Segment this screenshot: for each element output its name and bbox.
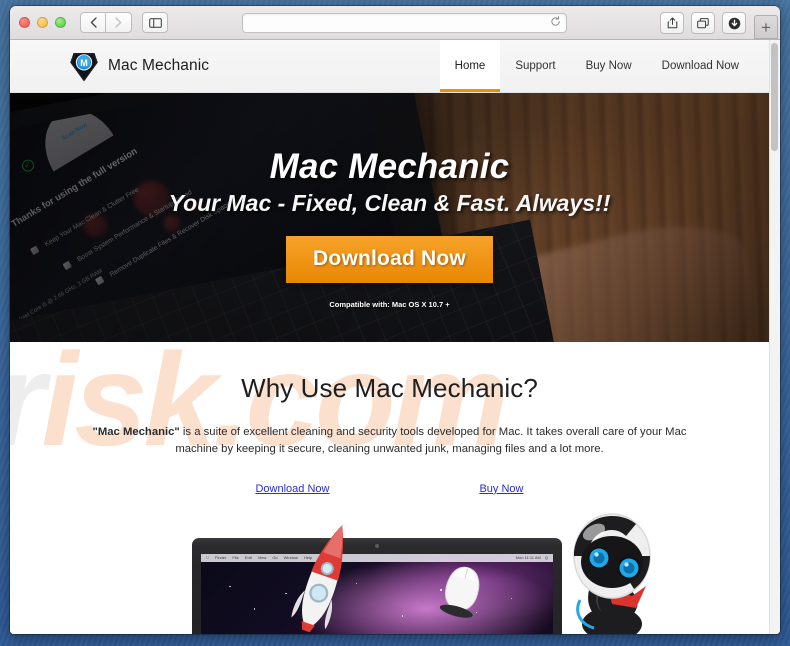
close-window-button[interactable] bbox=[19, 17, 30, 28]
chevron-left-icon bbox=[90, 17, 97, 28]
menubar-status-clock: Mon 11:11 AM bbox=[515, 555, 541, 561]
hero-compatibility-note: Compatible with: Mac OS X 10.7 + bbox=[329, 300, 450, 309]
zoom-window-button[interactable] bbox=[55, 17, 66, 28]
site-navigation: Home Support Buy Now Download Now bbox=[439, 40, 769, 92]
address-bar-container bbox=[242, 13, 567, 33]
apple-menu-icon:  bbox=[206, 555, 209, 560]
share-button[interactable] bbox=[660, 12, 684, 34]
why-section-title: Why Use Mac Mechanic? bbox=[241, 373, 538, 403]
nav-item-download-now[interactable]: Download Now bbox=[647, 40, 754, 92]
toolbar-right-buttons bbox=[660, 12, 746, 34]
star-decor bbox=[229, 585, 231, 588]
menubar-item-finder: Finder bbox=[212, 555, 226, 561]
laptop-menubar:  Finder File Edit View Go Window Help bbox=[201, 553, 553, 562]
menubar-item-file: File bbox=[229, 555, 238, 561]
hero-download-now-button[interactable]: Download Now bbox=[286, 236, 493, 283]
browser-toolbar: + bbox=[10, 6, 780, 40]
sidebar-icon bbox=[148, 17, 162, 28]
star-decor bbox=[285, 592, 287, 595]
hero-banner: ✓ Scan Now Thanks for using the full ver… bbox=[10, 93, 769, 342]
menubar-item-go: Go bbox=[269, 555, 277, 561]
tabs-overview-icon bbox=[697, 17, 709, 28]
new-tab-button[interactable]: + bbox=[754, 15, 778, 39]
laptop-camera-icon bbox=[375, 543, 379, 548]
reload-icon[interactable] bbox=[550, 14, 561, 32]
downloads-icon bbox=[728, 17, 740, 29]
forward-button[interactable] bbox=[106, 12, 132, 33]
star-decor bbox=[510, 597, 513, 600]
tabs-overview-button[interactable] bbox=[691, 12, 715, 34]
sidebar-toggle-button[interactable] bbox=[142, 12, 168, 33]
desktop-background: + M Mac Mechanic Home Support Buy Now Do… bbox=[0, 0, 790, 646]
star-decor bbox=[355, 582, 358, 585]
menubar-spotlight-icon: Q bbox=[544, 555, 548, 561]
web-page: M Mac Mechanic Home Support Buy Now Down… bbox=[10, 40, 769, 634]
menubar-status-area: Mon 11:11 AM Q bbox=[516, 555, 548, 560]
why-section-body: "Mac Mechanic" is a suite of excellent c… bbox=[75, 424, 705, 458]
nav-item-home[interactable]: Home bbox=[439, 40, 501, 92]
star-decor bbox=[253, 608, 256, 610]
minimize-window-button[interactable] bbox=[37, 17, 48, 28]
hero-tagline: Your Mac - Fixed, Clean & Fast. Always!! bbox=[168, 190, 611, 216]
downloads-button[interactable] bbox=[722, 12, 746, 34]
hero-content: Mac Mechanic Your Mac - Fixed, Clean & F… bbox=[10, 93, 769, 342]
hero-title: Mac Mechanic bbox=[269, 147, 510, 186]
site-header: M Mac Mechanic Home Support Buy Now Down… bbox=[10, 40, 769, 93]
why-body-rest: is a suite of excellent cleaning and sec… bbox=[175, 426, 687, 455]
safari-browser-window: + M Mac Mechanic Home Support Buy Now Do… bbox=[10, 6, 780, 634]
svg-text:M: M bbox=[80, 58, 88, 68]
share-icon bbox=[667, 17, 677, 29]
why-body-strong: "Mac Mechanic" bbox=[92, 426, 180, 438]
window-traffic-lights bbox=[19, 17, 66, 28]
menubar-item-edit: Edit bbox=[241, 555, 252, 561]
illustration-robot-icon bbox=[550, 512, 670, 634]
page-viewport: M Mac Mechanic Home Support Buy Now Down… bbox=[10, 40, 780, 634]
why-section-links: Download Now Buy Now bbox=[10, 483, 769, 495]
mac-mechanic-logo-icon: M bbox=[69, 50, 99, 82]
brand-logo[interactable]: M Mac Mechanic bbox=[10, 40, 209, 92]
navigation-buttons bbox=[80, 12, 168, 33]
chevron-right-icon bbox=[115, 17, 122, 28]
why-use-section: risk.com Why Use Mac Mechanic? "Mac Mech… bbox=[10, 342, 769, 634]
product-illustration:  Finder File Edit View Go Window Help bbox=[10, 511, 769, 634]
address-input[interactable] bbox=[242, 13, 567, 33]
star-decor bbox=[401, 615, 404, 617]
menubar-item-view: View bbox=[254, 555, 267, 561]
illustration-laptop:  Finder File Edit View Go Window Help bbox=[192, 537, 562, 634]
laptop-screen:  Finder File Edit View Go Window Help bbox=[201, 553, 553, 634]
nav-item-support[interactable]: Support bbox=[500, 40, 570, 92]
nav-item-buy-now[interactable]: Buy Now bbox=[571, 40, 647, 92]
page-scrollbar[interactable] bbox=[769, 40, 780, 634]
why-buy-now-link[interactable]: Buy Now bbox=[479, 483, 523, 495]
back-button[interactable] bbox=[80, 12, 106, 33]
why-download-now-link[interactable]: Download Now bbox=[255, 483, 329, 495]
scrollbar-thumb[interactable] bbox=[771, 43, 778, 151]
menubar-item-window: Window bbox=[280, 555, 298, 561]
brand-name-label: Mac Mechanic bbox=[108, 57, 210, 74]
